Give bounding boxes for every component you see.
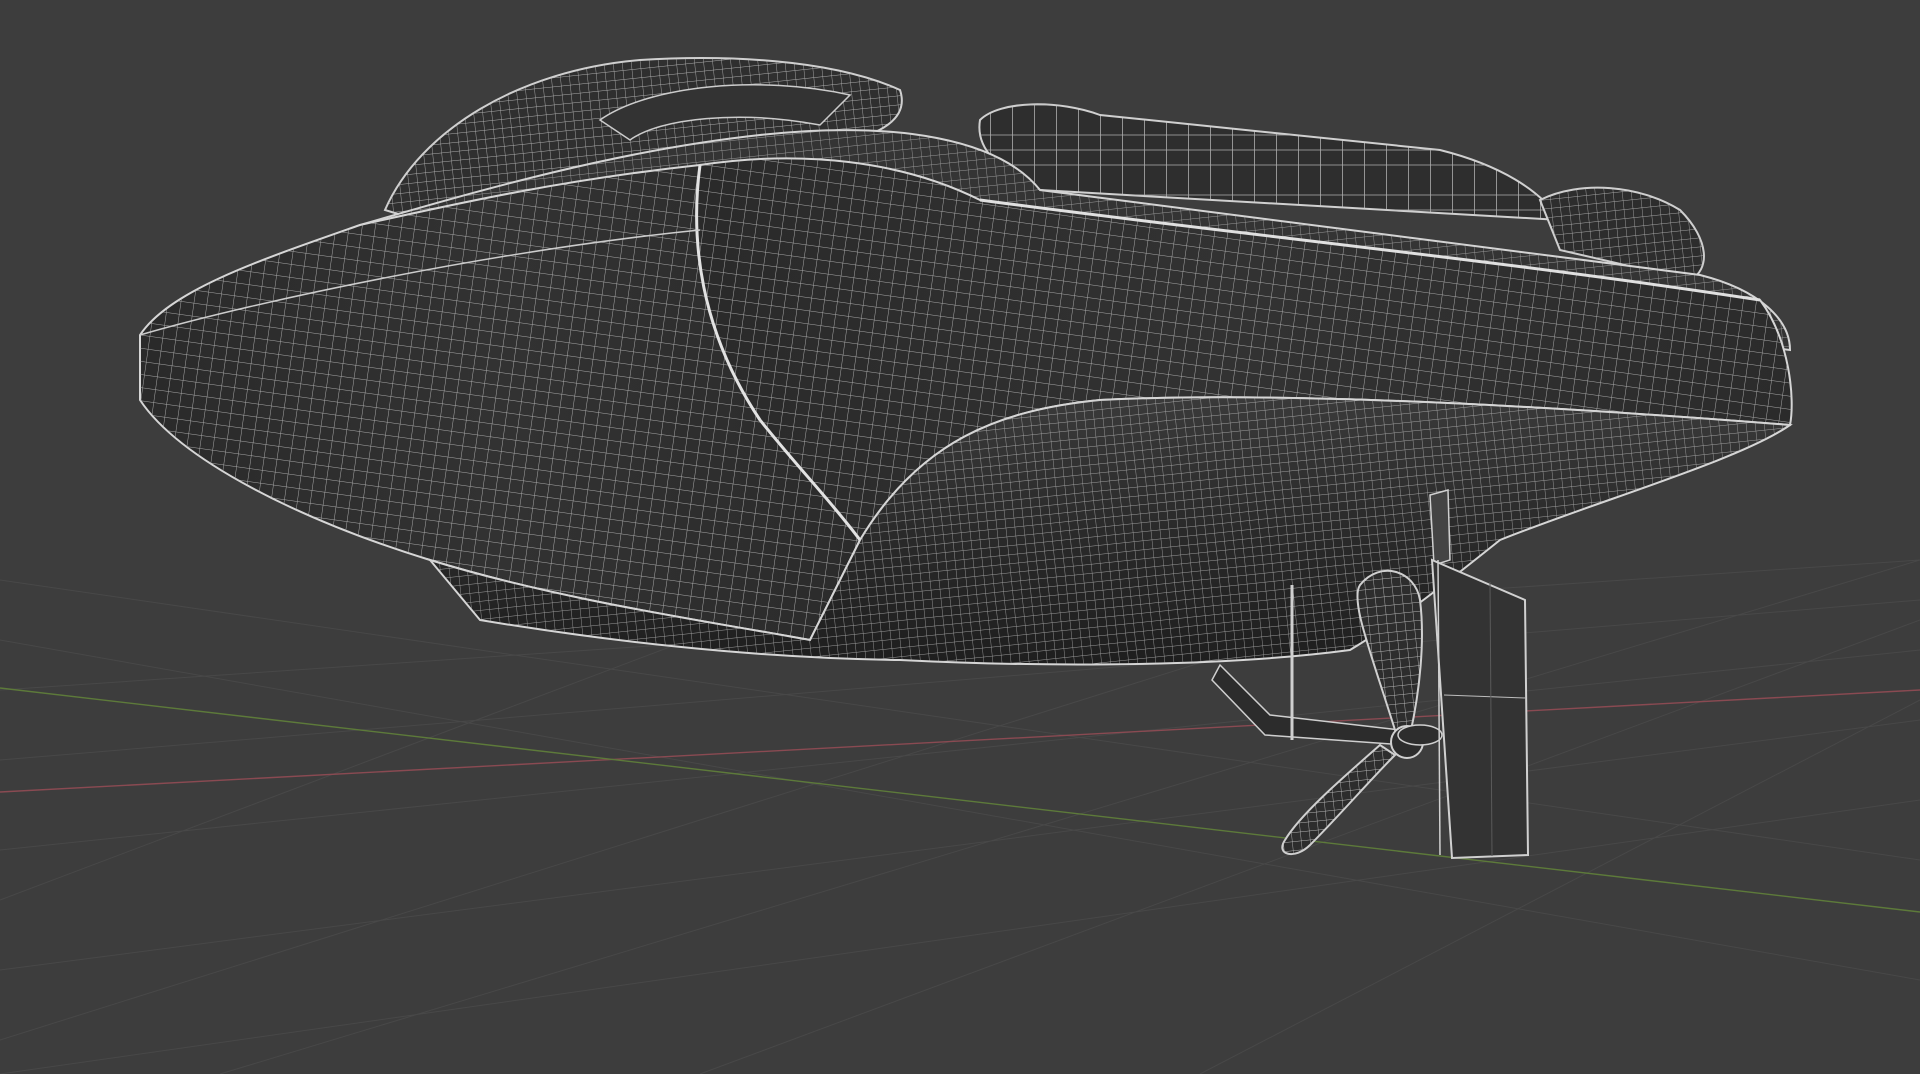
boat-hull-wireframe[interactable] — [139, 57, 1793, 666]
viewport-canvas[interactable] — [0, 0, 1920, 1074]
3d-viewport[interactable] — [0, 0, 1920, 1074]
x-axis-line — [0, 689, 1920, 793]
y-axis-line — [0, 687, 1920, 913]
